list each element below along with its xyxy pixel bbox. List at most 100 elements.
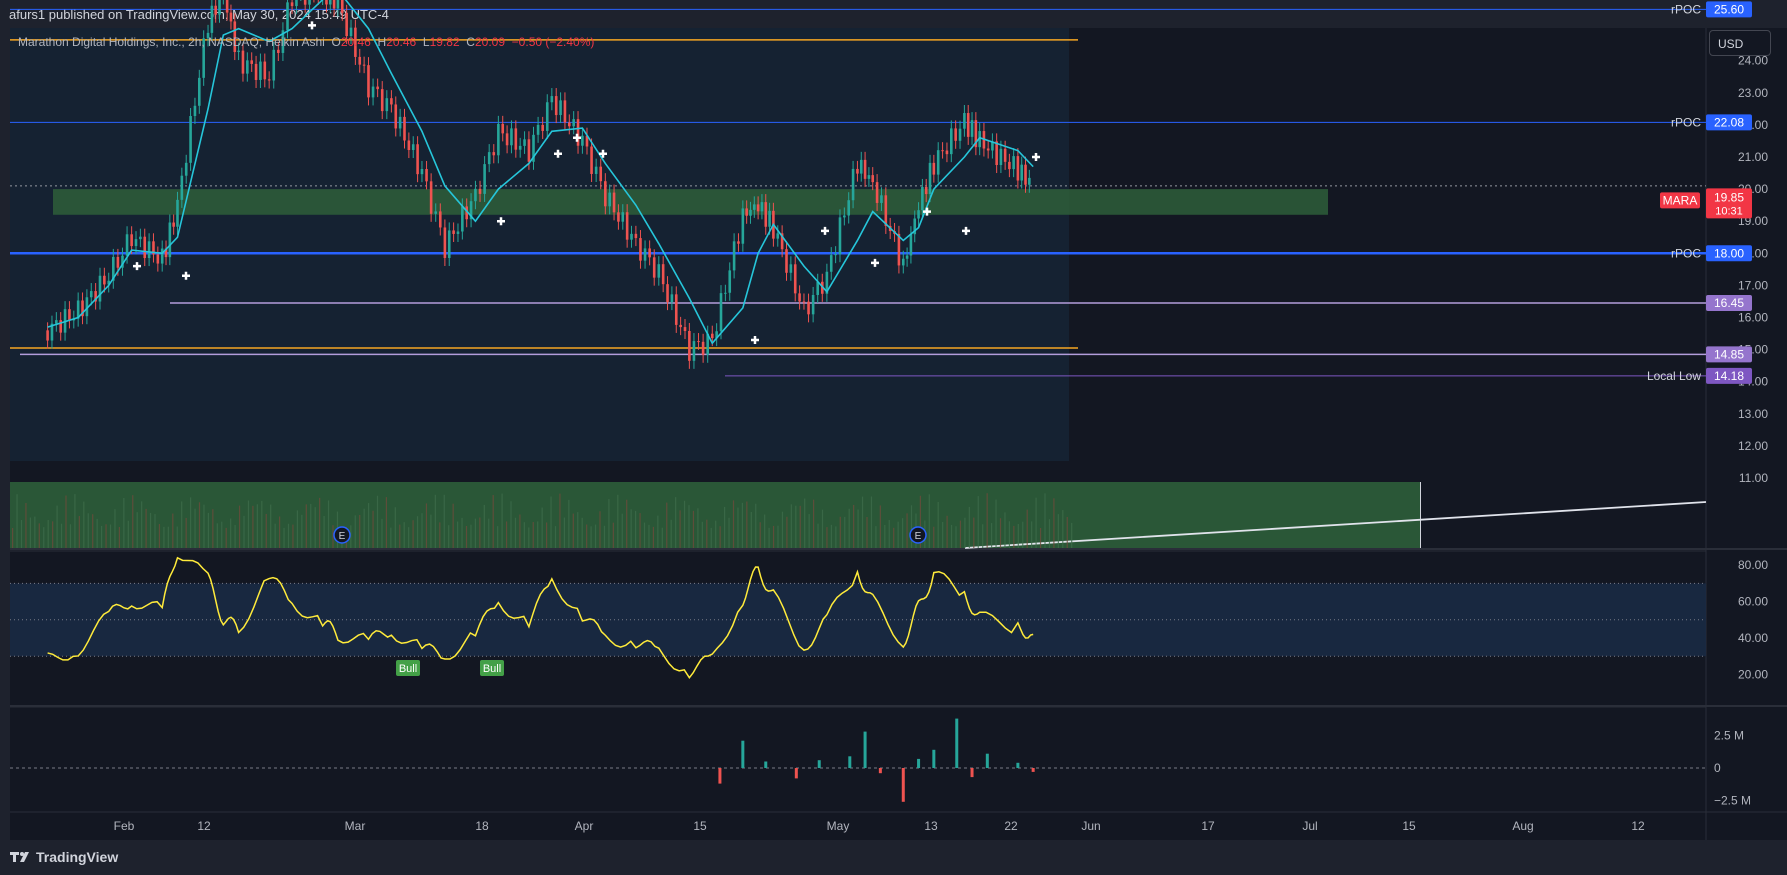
volume-bar [897, 521, 899, 548]
candle-body [487, 152, 491, 165]
candle-body [621, 212, 625, 222]
volume-delta-bar [932, 749, 936, 768]
volume-bar [470, 524, 472, 548]
candle-body [697, 341, 700, 343]
volume-bar [1026, 509, 1028, 548]
time-tick: 13 [924, 819, 938, 833]
time-tick: Mar [345, 819, 366, 833]
volume-bar [1035, 497, 1037, 548]
volume-delta-bar [794, 768, 798, 779]
time-tick: Jun [1081, 819, 1100, 833]
volume-bar [546, 522, 548, 548]
candle-body [741, 208, 745, 244]
volume-bar [550, 496, 552, 548]
volume-bar [149, 512, 152, 548]
volume-bar [692, 510, 695, 548]
candle-body [901, 258, 905, 266]
volume-bar [372, 510, 374, 548]
price-tick: 16.00 [1738, 311, 1768, 325]
volume-bar [995, 499, 997, 548]
candle-body [745, 208, 748, 216]
candle-body [218, 0, 221, 15]
volume-bar [381, 518, 383, 548]
candle-body [932, 162, 936, 175]
volume-bar [167, 526, 169, 548]
price-tick: 13.00 [1738, 407, 1768, 421]
price-level-label: rPOC [1671, 2, 1701, 16]
candle-body [859, 159, 863, 174]
candle-body [753, 204, 756, 210]
candle-body [68, 309, 71, 321]
volume-bar [746, 501, 748, 548]
candle-body [456, 231, 460, 234]
volume-bar [657, 515, 659, 548]
symbol-legend[interactable]: Marathon Digital Holdings, Inc., 2h, NAS… [18, 35, 594, 49]
volume-bar [648, 524, 650, 548]
volume-bar [52, 521, 54, 548]
demand-zone [53, 189, 1328, 215]
candle-body [798, 293, 801, 302]
tradingview-logo[interactable]: TradingView [10, 849, 118, 865]
candle-body [683, 327, 687, 331]
volume-bar [65, 495, 67, 548]
volume-bar [270, 504, 272, 548]
volume-bar [29, 517, 31, 548]
candle-body [802, 301, 806, 303]
volume-bar [581, 517, 583, 548]
candle-body [634, 233, 638, 239]
price-level-label: rPOC [1671, 115, 1701, 129]
volume-bar [826, 527, 828, 548]
chart-canvas[interactable]: E E24.0023.0022.0021.0020.0019.0018.0017.… [0, 0, 1787, 875]
candle-body [884, 195, 888, 226]
candle-body [371, 86, 375, 98]
volume-bar [141, 501, 143, 548]
volume-bar [1017, 523, 1019, 548]
volume-bar [875, 526, 877, 548]
candle-body [847, 200, 851, 216]
candle-body [936, 150, 940, 175]
earnings-label: E [339, 531, 346, 542]
volume-bar [999, 518, 1002, 548]
volume-bar [279, 516, 281, 548]
candle-body [214, 5, 217, 15]
close-label: C [466, 35, 475, 49]
volume-bar [968, 506, 970, 548]
volume-bar [1071, 522, 1073, 548]
volume-bar [123, 497, 125, 548]
volume-bar [621, 513, 623, 548]
candle-body [390, 98, 393, 105]
volume-bar [238, 505, 241, 548]
price-tick: 23.00 [1738, 86, 1768, 100]
volume-bar [1022, 521, 1024, 548]
candle-body [541, 124, 544, 131]
candle-body [838, 217, 842, 255]
candle-body [523, 139, 526, 146]
volume-bar [813, 499, 815, 548]
volume-bar [403, 522, 405, 548]
volume-bar [390, 527, 392, 548]
volume-bar [599, 511, 601, 548]
candle-body [1028, 177, 1031, 185]
volume-bar [216, 523, 218, 548]
candle-body [617, 212, 620, 222]
time-tick: 15 [1402, 819, 1416, 833]
price-level-value: 14.85 [1714, 347, 1744, 361]
candle-body [749, 209, 752, 216]
candle-body [345, 12, 348, 37]
volume-bar [247, 500, 250, 548]
candle-body [267, 79, 271, 81]
volume-bar [870, 496, 873, 548]
candle-body [760, 202, 764, 212]
volume-bar [719, 526, 721, 548]
volume-pane [10, 708, 1706, 812]
candle-body [648, 248, 651, 258]
candle-body [189, 116, 192, 163]
volume-bar [252, 505, 254, 548]
volume-profile-edge [1420, 482, 1421, 548]
bull-divergence-label: Bull [399, 663, 417, 675]
candle-body [764, 202, 768, 227]
currency-button[interactable]: USD [1709, 30, 1771, 56]
time-tick: Feb [114, 819, 135, 833]
change-value: −0.50 (−2.40%) [511, 35, 595, 49]
volume-bar [305, 504, 307, 548]
